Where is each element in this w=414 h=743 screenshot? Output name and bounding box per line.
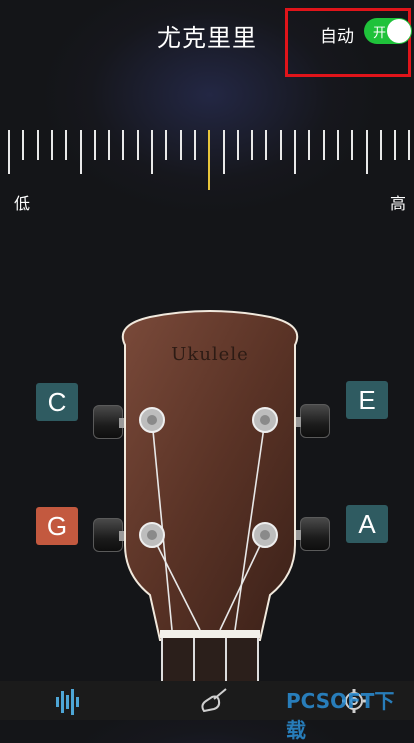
- tab-tuner[interactable]: [48, 685, 88, 717]
- note-button-g[interactable]: G: [36, 507, 78, 545]
- toggle-label: 开: [373, 26, 387, 41]
- tab-instrument[interactable]: [192, 685, 232, 717]
- note-button-c[interactable]: C: [36, 383, 78, 421]
- ruler-tick: [93, 130, 96, 160]
- ruler-tick: [193, 130, 196, 160]
- ruler-tick: [222, 130, 225, 174]
- watermark: PCSOFT下载: [286, 689, 395, 742]
- ruler-tick: [351, 130, 354, 160]
- ruler-tick: [308, 130, 311, 160]
- ruler-tick: [8, 130, 10, 174]
- post-e: [252, 407, 278, 433]
- nut: [160, 630, 260, 638]
- ruler-tick: [279, 130, 282, 160]
- ruler-tick: [365, 130, 368, 174]
- ruler-tick: [151, 130, 153, 174]
- ruler-tick: [394, 130, 397, 160]
- ruler-tick: [122, 130, 125, 160]
- tuning-ruler: [0, 130, 414, 192]
- ruler-tick: [236, 130, 239, 160]
- ruler-tick: [65, 130, 68, 160]
- ruler-tick: [108, 130, 111, 160]
- ukulele-headstock: Ukulele: [121, 310, 299, 685]
- ruler-tick: [322, 130, 325, 160]
- guitar-icon: [201, 688, 227, 713]
- low-label: 低: [14, 194, 31, 213]
- ruler-tick: [294, 130, 296, 174]
- ruler-tick: [265, 130, 268, 160]
- ruler-tick: [165, 130, 168, 160]
- ruler-tick: [136, 130, 139, 160]
- note-button-e[interactable]: E: [346, 381, 388, 419]
- ruler-tick: [208, 130, 211, 190]
- ruler-tick: [36, 130, 39, 160]
- brand-logo: Ukulele: [171, 344, 249, 365]
- ruler-tick: [336, 130, 339, 160]
- ruler-tick: [50, 130, 53, 160]
- neck: [162, 638, 258, 685]
- tuner-waveform-icon: [56, 689, 79, 715]
- post-g: [139, 522, 165, 548]
- toggle-knob: [387, 19, 411, 43]
- ruler-tick: [22, 130, 25, 160]
- ruler-tick: [79, 130, 82, 174]
- post-a: [252, 522, 278, 548]
- ruler-tick: [179, 130, 182, 160]
- ruler-tick: [379, 130, 382, 160]
- ruler-tick: [408, 130, 411, 160]
- auto-toggle[interactable]: 开: [364, 18, 412, 44]
- auto-label: 自动: [320, 27, 354, 47]
- high-label: 高: [390, 194, 407, 213]
- post-c: [139, 407, 165, 433]
- note-button-a[interactable]: A: [346, 505, 388, 543]
- ruler-tick: [251, 130, 254, 160]
